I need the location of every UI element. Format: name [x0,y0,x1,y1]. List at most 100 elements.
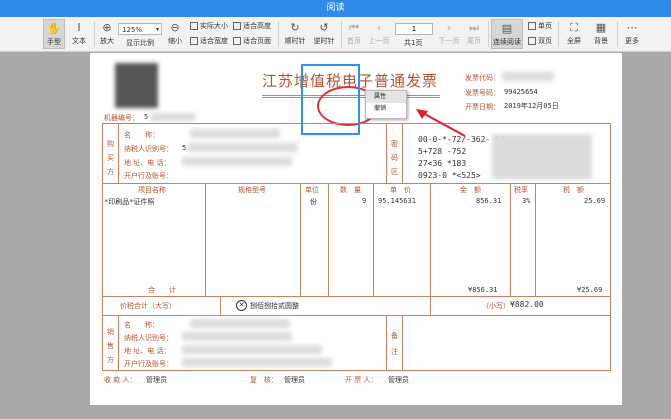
invoice-code-label: 发票代码： [465,74,500,82]
zoom-in-icon: ⊕ [102,21,112,34]
first-page-icon: ⏮ [349,21,359,34]
invoice-date-label: 开票日期： [465,103,500,111]
display-ratio-label: 显示比例 [126,39,154,47]
invoice-number: 99425654 [504,88,538,96]
rotate-cw-icon: ↻ [290,21,300,34]
double-page-icon [528,37,536,45]
invoice-page: 江苏增值税电子普通发票 发票代码： 发票号码： 99425654 开票日期： 2… [90,53,622,405]
fit-width-button[interactable]: 适合宽度 [190,36,228,46]
col-amount: 金 额 [460,186,481,194]
chevron-left-icon: ‹ [376,21,382,34]
col-unit: 单位 [305,186,319,194]
buyer-taxid-label: 纳税人识别号： [124,145,173,153]
context-menu-properties[interactable]: 属性 [366,91,406,103]
seller-bank-label: 开户行及账号： [124,360,173,368]
payee-label: 收 款 人： [104,376,137,384]
zoom-out-button[interactable]: ⊖ 缩小 [164,19,186,49]
col-price: 单 价 [390,186,411,194]
invoice-date: 2019年12月05日 [504,102,559,110]
sum-small-value: ¥882.00 [510,300,544,309]
chevron-down-icon: ▾ [155,26,159,33]
total-tax: ¥25.69 [577,286,603,294]
chevron-right-icon: › [446,21,452,34]
hand-tool-button[interactable]: ✋ 手型 [43,19,65,49]
cross-circle-icon: ✕ [236,300,247,311]
text-tool-button[interactable]: Ⅰ 文本 [68,19,90,49]
col-item-name: 项目名称 [138,186,166,194]
continuous-reading-button[interactable]: ▤ 连续阅读 [491,19,523,49]
item-name: *印刷品*证件照 [104,198,155,206]
item-tax: 25.69 [584,197,606,205]
cipher-line-4: 0923-0 *<525> [418,171,481,180]
more-button[interactable]: ⋯ 更多 [620,19,644,49]
rotate-counterclockwise-button[interactable]: ↺ 逆时针 [311,19,337,49]
rotate-ccw-icon: ↺ [319,21,329,34]
cipher-line-3: 27<36 *183 [418,159,467,168]
payee-value: 管理员 [146,376,167,384]
window-title: 阅读 [0,0,671,17]
col-quantity: 数 量 [340,186,361,194]
hand-icon: ✋ [47,22,61,35]
more-icon: ⋯ [626,21,638,34]
machine-number-label: 机器编号： [104,114,139,122]
item-amount: 856.31 [476,197,502,205]
single-page-button[interactable]: 单页 [528,21,552,31]
issuer-value: 管理员 [388,376,409,384]
invoice-number-label: 发票号码： [465,89,500,97]
item-price: 95.145631 [378,197,416,205]
machine-number: 5 [144,113,149,121]
buyer-name-label: 名 称： [124,131,159,139]
cipher-line-2: 5+728 -752 [418,147,467,156]
total-amount: ¥856.31 [468,286,498,294]
zoom-in-button[interactable]: ⊕ 放大 [96,19,118,49]
rotate-clockwise-button[interactable]: ↻ 顺时针 [282,19,308,49]
seller-address-label: 地 址、电 话： [124,347,171,355]
last-page-icon: ⏭ [469,21,479,34]
seller-name-label: 名 称： [124,321,159,329]
actual-size-button[interactable]: 实际大小 [190,21,228,31]
remark-label: 备注 [391,332,398,356]
background-icon: ▦ [595,21,607,34]
next-page-button[interactable]: › 下一页 [437,19,461,49]
first-page-button[interactable]: ⏮ 首页 [344,19,364,49]
qr-code [115,63,158,108]
zoom-select[interactable]: 125% ▾ [118,23,162,35]
page-number-input[interactable]: 1 [395,23,433,35]
reviewer-value: 管理员 [284,376,305,384]
actual-size-icon [190,22,198,30]
fit-height-button[interactable]: 适合高度 [233,21,271,31]
item-unit: 份 [310,198,317,206]
background-button[interactable]: ▦ 背景 [589,19,613,49]
single-page-icon [528,22,536,30]
buyer-label: 购买方 [107,140,114,176]
issuer-label: 开 票 人： [345,376,378,384]
signature-selection-box[interactable] [301,64,360,135]
cipher-area-label: 密码区 [391,140,398,176]
fit-height-icon [233,22,241,30]
toolbar: ✋ 手型 Ⅰ 文本 ⊕ 放大 125% ▾ 显示比例 ⊖ 缩小 实际大小 适合高… [0,17,671,52]
previous-page-button[interactable]: ‹ 上一页 [367,19,391,49]
buyer-bank-label: 开户行及账号： [124,172,173,180]
fit-page-icon [233,37,241,45]
buyer-taxid: 5 [182,144,187,152]
col-tax: 税 额 [563,186,584,194]
reviewer-label: 复 核： [250,376,278,384]
item-quantity: 9 [362,197,367,205]
zoom-out-icon: ⊖ [170,21,180,34]
fullscreen-button[interactable]: ⛶ 全屏 [562,19,586,49]
item-tax-rate: 3% [522,197,531,205]
page-total: 共1页 [404,39,423,47]
annotation-arrow-icon [416,109,466,137]
col-spec: 规格型号 [238,186,266,194]
buyer-address-label: 地 址、电 话： [124,159,171,167]
seller-label: 销售方 [107,328,114,364]
total-label: 合 计 [148,286,176,294]
seller-taxid-label: 纳税人识别号： [124,334,173,342]
continuous-page-icon: ▤ [501,22,513,35]
double-page-button[interactable]: 双页 [528,36,552,46]
sum-words: 捌佰捌拾贰圆整 [250,302,299,310]
last-page-button[interactable]: ⏭ 尾页 [464,19,484,49]
context-menu-undo[interactable]: 撤销 [366,103,406,115]
sum-label: 价税合计（大写） [120,302,176,310]
fit-page-button[interactable]: 适合页面 [233,36,271,46]
